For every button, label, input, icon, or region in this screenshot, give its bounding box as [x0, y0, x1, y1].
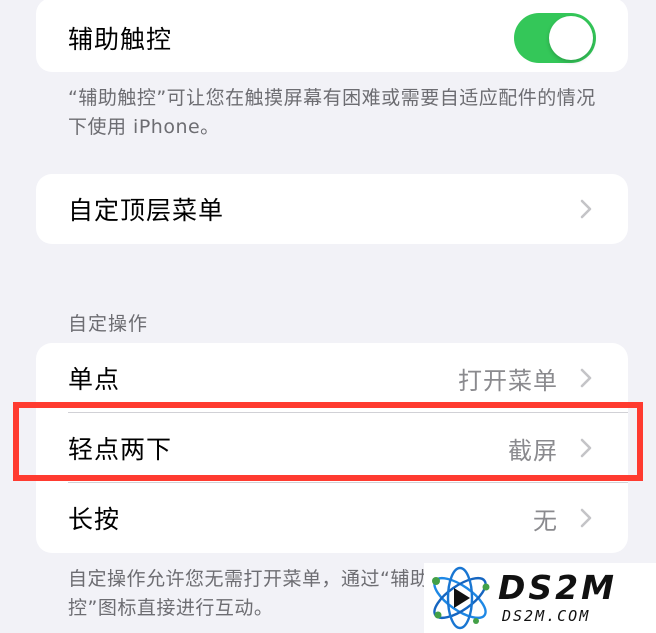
double-tap-row[interactable]: 轻点两下 截屏	[36, 413, 628, 483]
watermark-domain: DS2M.COM	[502, 607, 591, 625]
chevron-right-icon	[576, 507, 596, 529]
long-press-label: 长按	[68, 505, 121, 534]
watermark: DS2M DS2M.COM	[424, 563, 656, 633]
custom-actions-header: 自定操作	[68, 313, 149, 335]
assistive-touch-card: 辅助触控	[36, 0, 628, 72]
top-menu-card: 自定顶层菜单	[36, 174, 628, 244]
chevron-right-icon	[576, 437, 596, 459]
double-tap-value: 截屏	[508, 436, 558, 465]
top-menu-label: 自定顶层菜单	[68, 196, 225, 225]
chevron-right-icon	[576, 367, 596, 389]
single-tap-value: 打开菜单	[458, 366, 558, 395]
toggle-knob	[549, 16, 593, 60]
double-tap-label: 轻点两下	[68, 435, 173, 464]
chevron-right-icon	[576, 198, 596, 220]
assistive-touch-toggle[interactable]	[514, 13, 596, 63]
long-press-value: 无	[533, 506, 558, 535]
long-press-row[interactable]: 长按 无	[36, 483, 628, 553]
custom-actions-card: 单点 打开菜单 轻点两下 截屏 长按 无	[36, 343, 628, 553]
atom-logo-icon	[432, 566, 490, 630]
single-tap-label: 单点	[68, 365, 121, 394]
top-menu-row[interactable]: 自定顶层菜单	[36, 174, 628, 244]
assistive-touch-label: 辅助触控	[68, 25, 173, 54]
assistive-touch-footnote: “辅助触控”可让您在触摸屏幕有困难或需要自适应配件的情况下使用 iPhone。	[68, 87, 596, 138]
watermark-brand: DS2M	[498, 568, 617, 607]
assistive-touch-row[interactable]: 辅助触控	[36, 0, 628, 72]
custom-actions-footnote: 自定操作允许您无需打开菜单，通过“辅助触控”图标直接进行互动。	[68, 568, 449, 619]
single-tap-row[interactable]: 单点 打开菜单	[36, 343, 628, 413]
